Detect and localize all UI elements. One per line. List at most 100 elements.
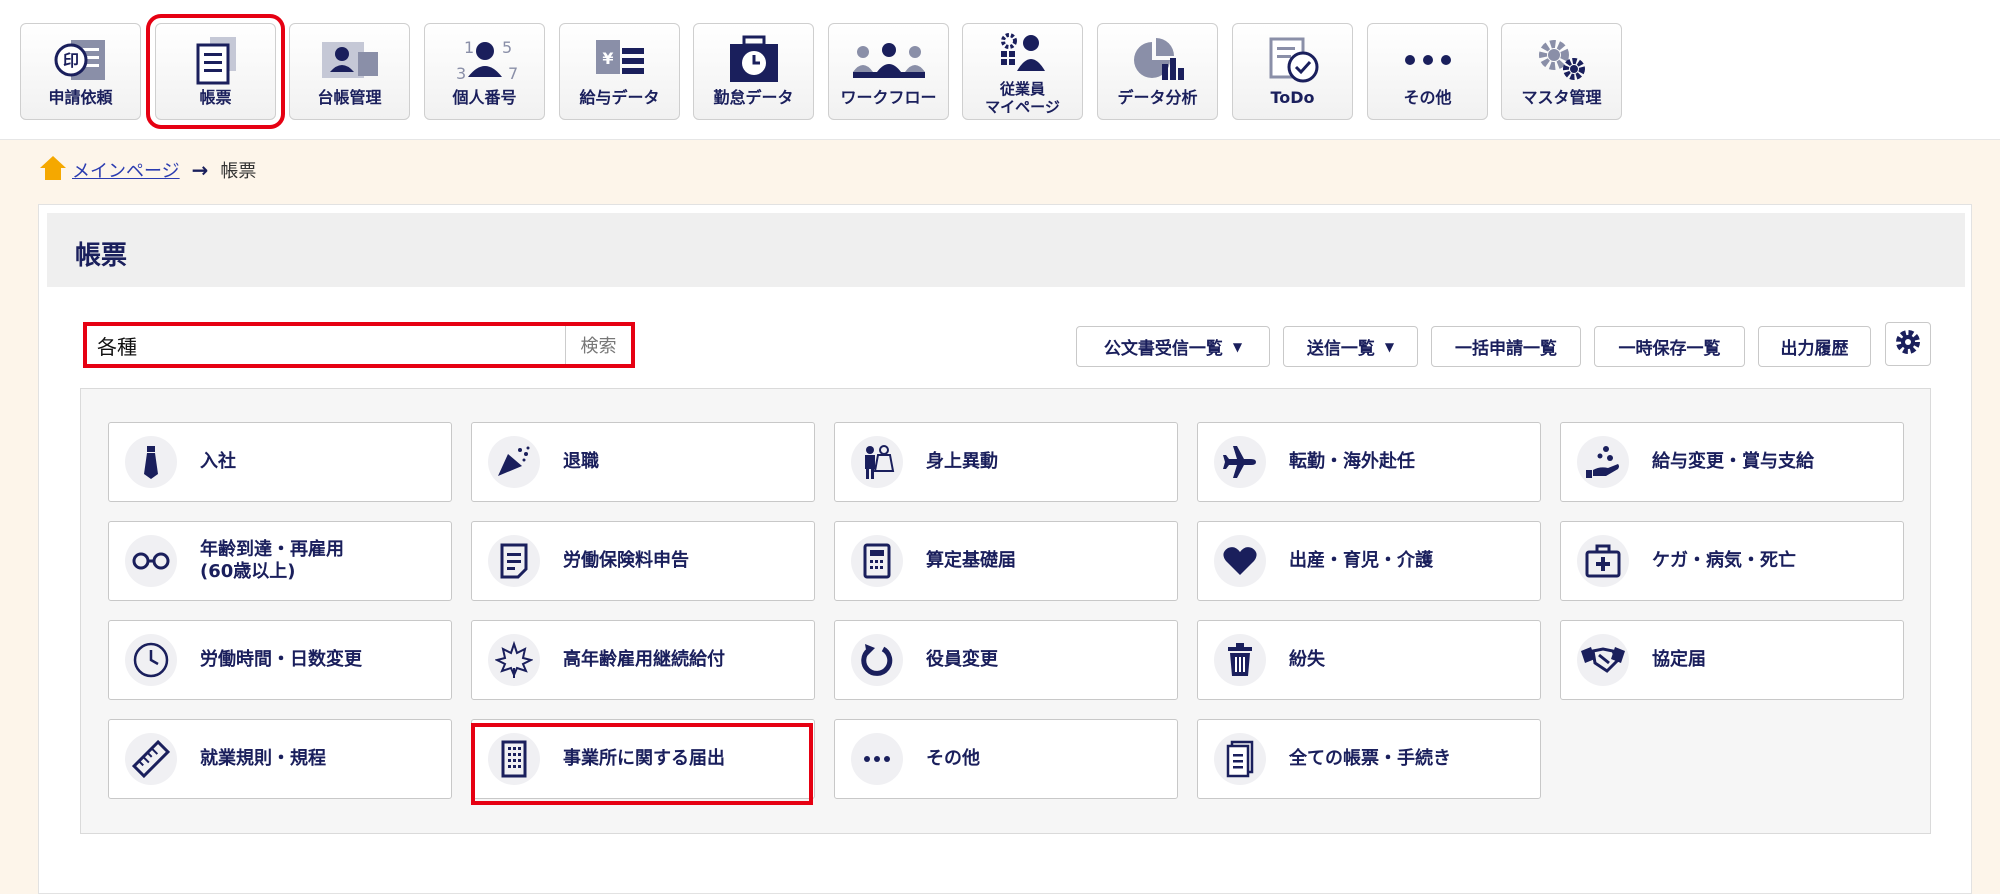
more-dots-icon xyxy=(851,733,903,785)
category-labor-insurance[interactable]: 労働保険料申告 xyxy=(471,521,815,601)
nav-label: 従業員 マイページ xyxy=(985,80,1060,116)
category-label: 給与変更・賞与支給 xyxy=(1652,451,1814,472)
category-label: 役員変更 xyxy=(926,649,998,670)
category-retirement[interactable]: 退職 xyxy=(471,422,815,502)
category-label: 年齢到達・再雇用 (60歳以上) xyxy=(200,539,344,582)
clock-icon xyxy=(125,634,177,686)
hand-coins-icon xyxy=(1577,436,1629,488)
people-group-icon xyxy=(829,34,948,86)
nav-label: 個人番号 xyxy=(452,88,517,107)
nav-todo[interactable]: ToDo xyxy=(1232,23,1353,120)
category-working-hours[interactable]: 労働時間・日数変更 xyxy=(108,620,452,700)
svg-text:3: 3 xyxy=(456,64,466,83)
nav-label: 申請依頼 xyxy=(48,88,113,107)
category-label: 入社 xyxy=(200,451,236,472)
official-docs-label: 公文書受信一覧 xyxy=(1103,339,1223,359)
pie-bar-chart-icon xyxy=(1098,34,1217,86)
category-hiring[interactable]: 入社 xyxy=(108,422,452,502)
nav-label: マスタ管理 xyxy=(1521,88,1602,107)
nav-label: 勤怠データ xyxy=(713,88,794,107)
panel-header: 帳票 xyxy=(47,213,1965,287)
settings-button[interactable] xyxy=(1885,322,1931,366)
nav-employee-mypage[interactable]: 従業員 マイページ xyxy=(962,23,1083,120)
category-lost[interactable]: 紛失 xyxy=(1197,620,1541,700)
category-officer-change[interactable]: 役員変更 xyxy=(834,620,1178,700)
caret-down-icon: ▼ xyxy=(1232,339,1243,354)
nav-label: その他 xyxy=(1403,88,1452,107)
category-age-reemployment[interactable]: 年齢到達・再雇用 (60歳以上) xyxy=(108,521,452,601)
svg-text:印: 印 xyxy=(62,51,78,70)
nav-forms[interactable]: 帳票 xyxy=(146,14,285,129)
breadcrumb-current: 帳票 xyxy=(220,161,257,182)
category-label: その他 xyxy=(926,748,980,769)
checklist-icon xyxy=(1233,34,1352,86)
category-other[interactable]: その他 xyxy=(834,719,1178,799)
nav-personal-number[interactable]: 1537 個人番号 xyxy=(424,23,545,120)
employee-gear-icon xyxy=(963,30,1082,74)
refresh-arrow-icon xyxy=(851,634,903,686)
category-injury-illness-death[interactable]: ケガ・病気・死亡 xyxy=(1560,521,1904,601)
nav-application-request[interactable]: 印 申請依頼 xyxy=(20,23,141,120)
necktie-icon xyxy=(125,436,177,488)
output-history-button[interactable]: 出力履歴 xyxy=(1758,326,1871,367)
calculator-icon xyxy=(851,535,903,587)
nav-master-management[interactable]: マスタ管理 xyxy=(1501,23,1622,120)
temp-saved-button[interactable]: 一時保存一覧 xyxy=(1594,326,1745,367)
search-box: 検索 xyxy=(83,322,635,368)
page-title: 帳票 xyxy=(75,241,128,271)
document-stack-icon xyxy=(156,34,275,86)
svg-text:5: 5 xyxy=(502,38,512,57)
category-agreement[interactable]: 協定届 xyxy=(1560,620,1904,700)
category-label: 出産・育児・介護 xyxy=(1289,550,1433,571)
category-salary-bonus[interactable]: 給与変更・賞与支給 xyxy=(1560,422,1904,502)
category-childbirth-care[interactable]: 出産・育児・介護 xyxy=(1197,521,1541,601)
nav-workflow[interactable]: ワークフロー xyxy=(828,23,949,120)
sent-list-label: 送信一覧 xyxy=(1306,339,1375,359)
nav-label: データ分析 xyxy=(1117,88,1198,107)
clock-bag-icon xyxy=(694,34,813,86)
category-personal-change[interactable]: 身上異動 xyxy=(834,422,1178,502)
couple-icon xyxy=(851,436,903,488)
category-label: 労働保険料申告 xyxy=(563,550,689,571)
trash-icon xyxy=(1214,634,1266,686)
category-all-forms[interactable]: 全ての帳票・手続き xyxy=(1197,719,1541,799)
handshake-icon xyxy=(1577,634,1629,686)
category-label: 事業所に関する届出 xyxy=(563,748,725,769)
category-work-rules[interactable]: 就業規則・規程 xyxy=(108,719,452,799)
nav-payroll-data[interactable]: ¥ 給与データ xyxy=(559,23,680,120)
category-label: 協定届 xyxy=(1652,649,1706,670)
svg-text:7: 7 xyxy=(508,64,518,83)
category-label: 退職 xyxy=(563,451,599,472)
bulk-apply-button[interactable]: 一括申請一覧 xyxy=(1431,326,1581,367)
ruler-icon xyxy=(125,733,177,785)
search-input[interactable] xyxy=(91,326,571,364)
category-base-calculation[interactable]: 算定基礎届 xyxy=(834,521,1178,601)
category-label: 身上異動 xyxy=(926,451,998,472)
first-aid-kit-icon xyxy=(1577,535,1629,587)
building-icon xyxy=(488,733,540,785)
category-grid: 入社 退職 身上異動 転勤・海外赴任 給与変更・賞与支給 年齢到達・再雇用 (6… xyxy=(80,388,1931,834)
category-office-notification[interactable]: 事業所に関する届出 xyxy=(471,719,815,799)
nav-label: ToDo xyxy=(1270,88,1315,107)
search-button[interactable]: 検索 xyxy=(565,326,631,364)
party-popper-icon xyxy=(488,436,540,488)
home-icon[interactable] xyxy=(38,154,68,187)
sent-list-dropdown[interactable]: 送信一覧 ▼ xyxy=(1283,326,1418,367)
document-lines-icon xyxy=(488,535,540,587)
category-label: 労働時間・日数変更 xyxy=(200,649,362,670)
nav-attendance-data[interactable]: 勤怠データ xyxy=(693,23,814,120)
heart-icon xyxy=(1214,535,1266,587)
category-label: 全ての帳票・手続き xyxy=(1289,748,1451,769)
nav-ledger[interactable]: 台帳管理 xyxy=(289,23,410,120)
airplane-icon xyxy=(1214,436,1266,488)
id-card-icon xyxy=(290,34,409,86)
official-docs-dropdown[interactable]: 公文書受信一覧 ▼ xyxy=(1076,326,1270,367)
svg-text:¥: ¥ xyxy=(602,49,613,68)
nav-data-analysis[interactable]: データ分析 xyxy=(1097,23,1218,120)
gear-icon xyxy=(1894,328,1922,361)
category-transfer-overseas[interactable]: 転勤・海外赴任 xyxy=(1197,422,1541,502)
nav-other[interactable]: その他 xyxy=(1367,23,1488,120)
breadcrumb-home-link[interactable]: メインページ xyxy=(72,157,180,183)
seal-document-icon: 印 xyxy=(21,34,140,86)
category-elderly-employment-benefit[interactable]: 高年齢雇用継続給付 xyxy=(471,620,815,700)
